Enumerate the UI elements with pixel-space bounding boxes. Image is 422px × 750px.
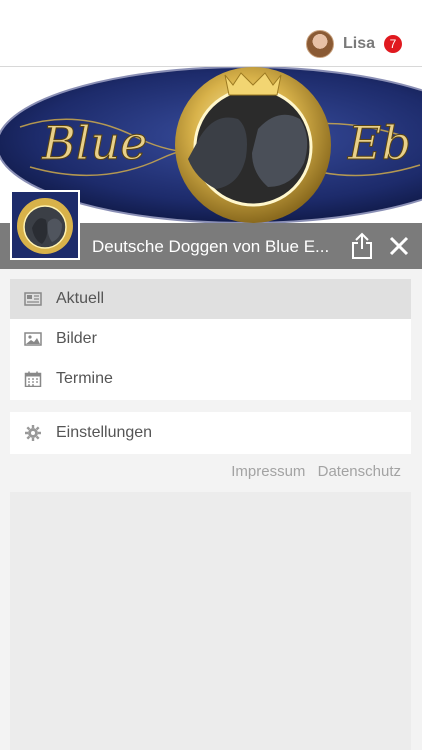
footer-links: Impressum Datenschutz	[223, 463, 401, 480]
share-button[interactable]	[350, 232, 374, 260]
share-icon	[352, 232, 372, 259]
banner-text-left: Blue	[41, 116, 147, 170]
banner-text-right: Eb	[347, 116, 411, 170]
close-icon	[389, 236, 409, 256]
user-profile[interactable]: Lisa 7	[305, 30, 402, 58]
avatar[interactable]	[305, 30, 334, 58]
newspaper-icon	[24, 292, 42, 306]
menu-item-aktuell[interactable]: Aktuell	[10, 279, 411, 319]
menu-item-termine[interactable]: Termine	[10, 359, 411, 399]
datenschutz-link[interactable]: Datenschutz	[318, 463, 401, 480]
close-button[interactable]	[388, 235, 410, 257]
top-bar: Lisa 7	[0, 0, 422, 67]
calendar-icon	[24, 371, 42, 387]
settings-label: Einstellungen	[56, 424, 153, 441]
page-thumbnail[interactable]	[10, 190, 80, 260]
page-title: Deutsche Doggen von Blue E...	[92, 237, 330, 256]
navigation-menu: Aktuell Bilder Termine	[10, 279, 411, 400]
content-panel	[10, 492, 411, 750]
menu-item-label: Bilder	[56, 330, 97, 347]
menu-item-einstellungen[interactable]: Einstellungen	[10, 412, 411, 454]
menu-item-label: Aktuell	[56, 290, 105, 307]
gear-icon	[25, 425, 41, 441]
menu-item-label: Termine	[56, 370, 113, 387]
settings-menu: Einstellungen	[10, 412, 411, 454]
image-icon	[24, 332, 42, 346]
notification-badge[interactable]: 7	[384, 35, 402, 53]
menu-item-bilder[interactable]: Bilder	[10, 319, 411, 359]
impressum-link[interactable]: Impressum	[231, 463, 305, 480]
user-name[interactable]: Lisa	[343, 35, 375, 53]
